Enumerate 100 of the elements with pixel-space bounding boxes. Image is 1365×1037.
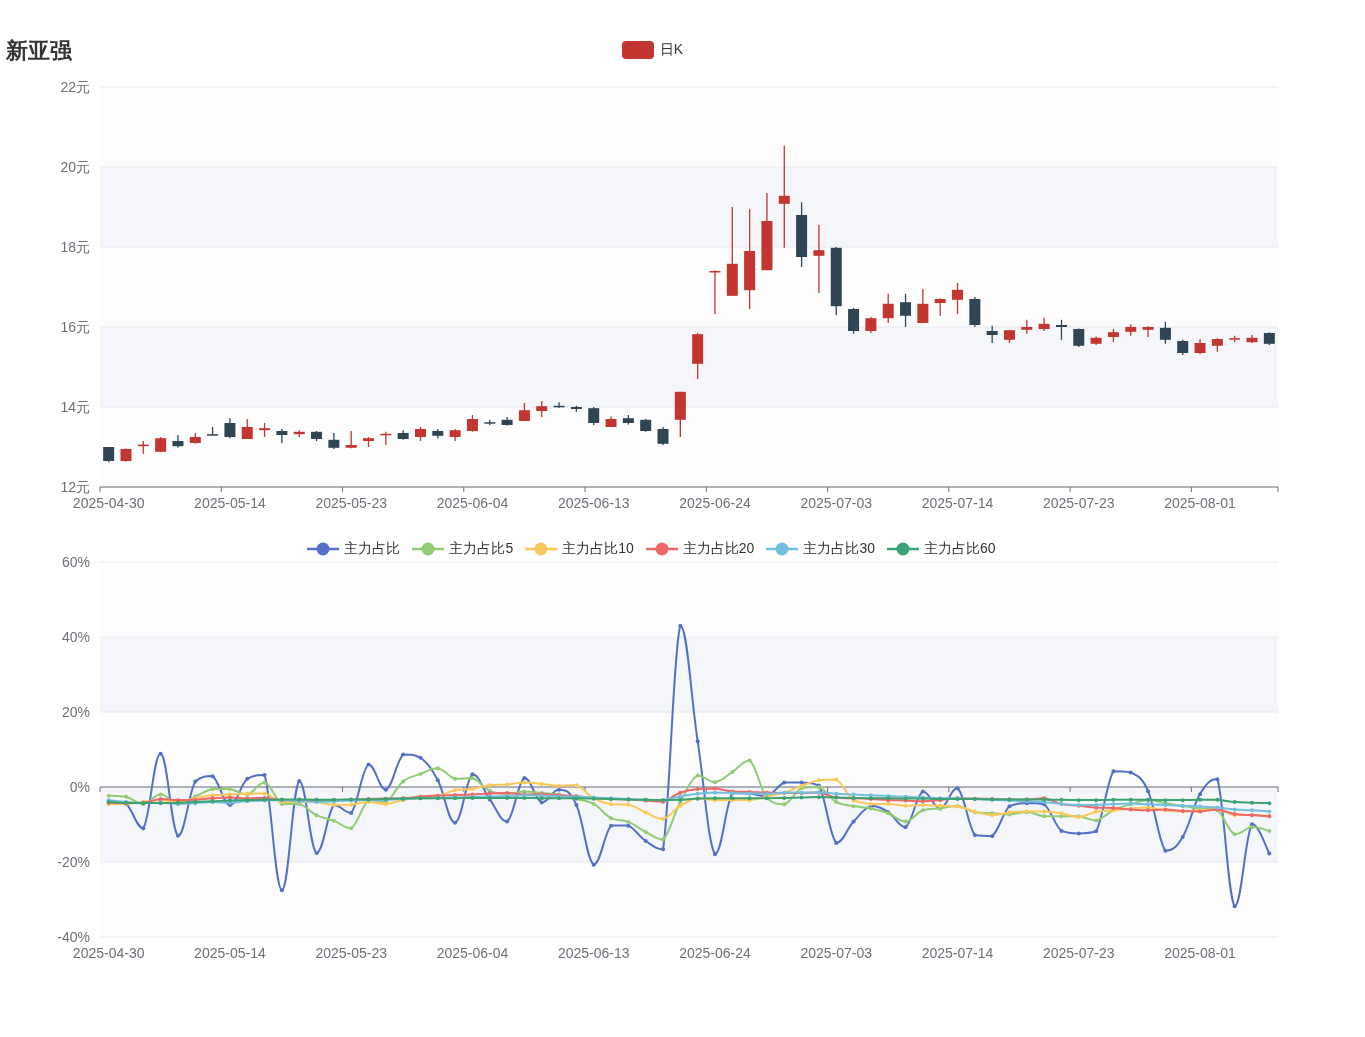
candlestick bbox=[189, 432, 201, 445]
candlestick bbox=[813, 224, 825, 294]
axis-label: 2025-06-24 bbox=[679, 495, 751, 511]
legend-label[interactable]: 主力占比 bbox=[344, 540, 401, 558]
candlestick bbox=[207, 426, 219, 436]
legend-label[interactable]: 主力占比10 bbox=[562, 540, 634, 558]
legend-label[interactable]: 主力占比20 bbox=[682, 540, 755, 558]
candlestick bbox=[328, 432, 340, 450]
axis-label: 2025-05-23 bbox=[315, 945, 387, 961]
candlestick bbox=[432, 428, 444, 439]
axis-label: 2025-06-13 bbox=[557, 495, 630, 511]
candlestick bbox=[1073, 327, 1085, 348]
axis-label: -40% bbox=[57, 929, 90, 945]
candlestick bbox=[934, 297, 946, 317]
axis-label: 14元 bbox=[60, 399, 90, 415]
legend-marker-icon[interactable] bbox=[525, 541, 558, 557]
candlestick bbox=[570, 405, 582, 413]
axis-label: 20元 bbox=[60, 159, 90, 175]
candlestick bbox=[657, 426, 669, 446]
candlestick bbox=[103, 446, 115, 463]
legend-marker-icon[interactable] bbox=[886, 541, 919, 557]
candlestick bbox=[120, 447, 132, 463]
candlestick bbox=[241, 418, 253, 440]
candlestick bbox=[363, 436, 374, 448]
axis-label: 18元 bbox=[60, 239, 90, 255]
candlestick bbox=[1159, 321, 1171, 345]
candlestick bbox=[1142, 325, 1154, 338]
candlestick bbox=[848, 307, 860, 335]
candlestick bbox=[1055, 319, 1067, 341]
candlestick bbox=[1021, 319, 1033, 335]
legend-marker-icon[interactable] bbox=[307, 541, 340, 557]
candlestick bbox=[1004, 329, 1015, 344]
axis-label: 2025-07-03 bbox=[800, 495, 873, 511]
axis-label: 2025-05-14 bbox=[194, 495, 266, 511]
candlestick bbox=[900, 293, 912, 328]
candlestick bbox=[172, 434, 184, 449]
axis-label: 12元 bbox=[60, 479, 90, 495]
candlestick bbox=[293, 429, 305, 438]
axis-label: 2025-07-23 bbox=[1042, 945, 1115, 961]
axis-label: 60% bbox=[61, 554, 90, 570]
candlestick bbox=[224, 417, 236, 439]
axis-label: 2025-05-23 bbox=[315, 495, 387, 511]
candlestick bbox=[345, 430, 357, 449]
legend-marker-icon[interactable] bbox=[645, 541, 678, 557]
axis-label: 0% bbox=[69, 779, 90, 795]
candlestick bbox=[917, 288, 929, 324]
candlestick bbox=[692, 332, 704, 380]
candlestick bbox=[952, 282, 963, 315]
axis-label: 2025-06-04 bbox=[436, 495, 509, 511]
candlestick bbox=[1125, 323, 1137, 337]
legend-label[interactable]: 日K bbox=[659, 41, 684, 59]
axis-label: 2025-04-30 bbox=[72, 945, 145, 961]
candlestick bbox=[311, 430, 323, 442]
axis-label: 2025-07-03 bbox=[800, 945, 873, 961]
axis-label: 2025-07-23 bbox=[1042, 495, 1115, 511]
legend-marker-icon[interactable] bbox=[412, 541, 445, 557]
candlestick bbox=[449, 428, 461, 442]
candlestick bbox=[553, 401, 565, 409]
axis-label: 2025-08-01 bbox=[1164, 495, 1236, 511]
axis-label: 20% bbox=[61, 704, 90, 720]
legend-label[interactable]: 主力占比60 bbox=[923, 540, 996, 558]
candlestick bbox=[518, 402, 530, 422]
legend-marker-icon[interactable] bbox=[766, 541, 799, 557]
axis-label: 2025-07-14 bbox=[921, 495, 994, 511]
candlestick bbox=[1246, 334, 1258, 344]
candlestick bbox=[674, 391, 686, 438]
candlestick bbox=[1263, 331, 1275, 346]
candlestick bbox=[155, 436, 167, 453]
candlestick bbox=[1107, 328, 1119, 343]
candlestick bbox=[882, 293, 894, 324]
candlestick bbox=[865, 316, 877, 334]
axis-label: 2025-05-14 bbox=[194, 945, 266, 961]
axis-label: 2025-07-14 bbox=[921, 945, 994, 961]
legend-label[interactable]: 主力占比30 bbox=[803, 540, 875, 558]
candlestick bbox=[259, 422, 271, 438]
axis-label: 2025-06-24 bbox=[679, 945, 751, 961]
candlestick bbox=[276, 428, 288, 444]
candlestick bbox=[1090, 335, 1102, 346]
legend-marker-icon[interactable] bbox=[621, 41, 654, 59]
candlestick bbox=[1038, 317, 1050, 332]
candlestick bbox=[986, 325, 998, 344]
candlestick bbox=[588, 406, 600, 426]
candlestick bbox=[397, 429, 409, 441]
candlestick bbox=[484, 419, 496, 426]
axis-label: 22元 bbox=[60, 79, 90, 95]
candlestick bbox=[830, 246, 842, 316]
legend-label[interactable]: 主力占比5 bbox=[449, 540, 514, 558]
candlestick bbox=[415, 426, 426, 442]
candlestick bbox=[1211, 337, 1223, 353]
axis-label: 2025-06-04 bbox=[436, 945, 509, 961]
candlestick bbox=[536, 400, 548, 418]
candlestick bbox=[501, 416, 513, 427]
candlestick bbox=[137, 440, 149, 455]
candlestick bbox=[605, 415, 617, 428]
axis-label: -20% bbox=[57, 854, 90, 870]
candlestick bbox=[1194, 338, 1206, 355]
candlestick bbox=[380, 431, 392, 446]
candlestick bbox=[796, 201, 808, 268]
axis-label: 2025-08-01 bbox=[1164, 945, 1236, 961]
axis-label: 2025-04-30 bbox=[72, 495, 145, 511]
